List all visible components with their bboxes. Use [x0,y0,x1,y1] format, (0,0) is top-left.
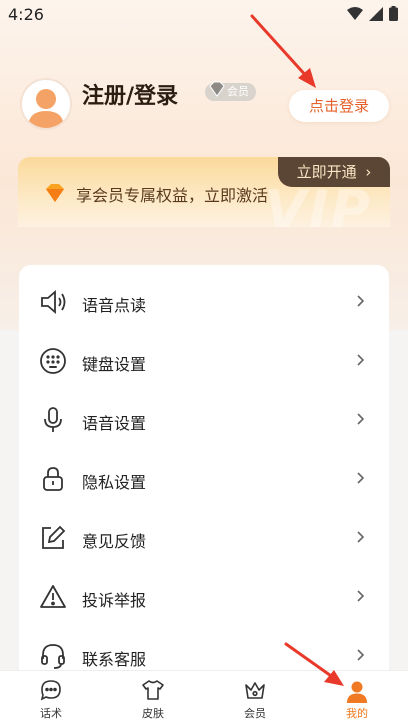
activate-now-button[interactable]: 立即开通 › [278,157,390,187]
menu-item-label: 意见反馈 [82,532,147,551]
annotation-arrow-icon [284,642,344,686]
register-login-title[interactable]: 注册/登录 [82,78,178,110]
crown-icon [245,682,265,699]
tab-label: 话术 [40,707,62,720]
menu-item-report[interactable]: 投诉举报 [19,565,389,624]
tab-skins[interactable]: 皮肤 [113,671,193,727]
vip-card[interactable]: VIP 立即开通 › 享会员专属权益，立即激活 [18,157,390,227]
chevron-right-icon [357,649,365,661]
diamond-icon [209,81,225,97]
menu-item-voice-settings[interactable]: 语音设置 [19,388,389,447]
menu-item-voice-reading[interactable]: 语音点读 [19,270,389,329]
chat-icon [40,680,61,701]
chevron-right-icon [357,590,365,602]
lock-icon [43,467,63,491]
diamond-icon [46,184,64,202]
keyboard-icon [40,348,66,374]
edit-icon [42,525,66,549]
tab-scripts[interactable]: 话术 [11,671,91,727]
annotation-arrow-icon [250,14,316,88]
menu-item-label: 键盘设置 [82,355,147,374]
menu-item-privacy-settings[interactable]: 隐私设置 [19,447,389,506]
menu-item-label: 语音设置 [82,414,147,433]
battery-icon [389,6,398,21]
speaker-icon [41,290,66,314]
status-time: 4:26 [8,5,44,24]
chevron-right-icon [357,354,365,366]
menu-item-label: 语音点读 [82,296,147,315]
avatar[interactable] [20,78,72,130]
chevron-right-icon: › [365,163,372,181]
status-bar: 4:26 [0,0,408,30]
menu-item-keyboard-settings[interactable]: 键盘设置 [19,329,389,388]
warning-icon [40,585,66,608]
menu-item-label: 联系客服 [82,650,147,669]
wifi-icon [347,6,363,20]
login-button[interactable]: 点击登录 [289,90,389,122]
chevron-right-icon [357,413,365,425]
menu-item-label: 隐私设置 [82,473,147,492]
menu-item-label: 投诉举报 [82,591,147,610]
vip-promo-text: 享会员专属权益，立即激活 [76,186,269,205]
headset-icon [41,644,65,669]
status-icons [347,6,398,21]
chevron-right-icon [357,295,365,307]
chevron-right-icon [357,472,365,484]
tab-label: 会员 [244,707,266,720]
chevron-right-icon [357,531,365,543]
shirt-icon [142,680,164,700]
signal-icon [369,6,383,21]
menu-item-feedback[interactable]: 意见反馈 [19,506,389,565]
activate-now-label: 立即开通 [296,163,357,181]
default-avatar-icon [28,89,64,128]
microphone-icon [44,407,62,432]
tab-label: 我的 [346,707,368,720]
tab-label: 皮肤 [142,707,164,720]
settings-menu: 语音点读 键盘设置 语音设置 隐私设置 意见反馈 投诉举报 联系客服 [19,265,389,685]
